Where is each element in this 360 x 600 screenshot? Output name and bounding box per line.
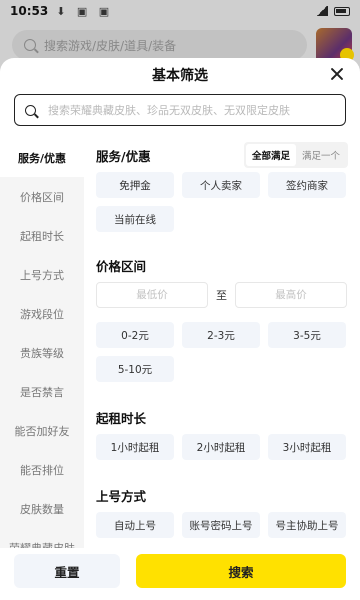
- search-icon: [25, 104, 36, 116]
- sheet-header: 基本筛选: [0, 58, 360, 92]
- status-time: 10:53: [10, 4, 49, 18]
- section-title: 价格区间: [96, 258, 147, 274]
- signal-icon: [316, 6, 328, 16]
- sidebar-item-login-method[interactable]: 上号方式: [0, 255, 84, 294]
- notification-icons: ⬇ ▣ ▣: [56, 4, 114, 18]
- background-search-placeholder: 搜索游戏/皮肤/道具/装备: [44, 38, 177, 53]
- chip-duration-2h[interactable]: 2小时起租: [182, 434, 260, 460]
- chip-price-2-3[interactable]: 2-3元: [182, 322, 260, 348]
- chip-price-5-10[interactable]: 5-10元: [96, 356, 174, 382]
- sidebar-item-price[interactable]: 价格区间: [0, 177, 84, 216]
- bottom-action-bar: 重置 搜索: [0, 548, 360, 600]
- sheet-title: 基本筛选: [152, 68, 208, 84]
- section-login: 上号方式 自动上号 账号密码上号 号主协助上号: [96, 482, 360, 538]
- sidebar-item-collection-skin[interactable]: 荣耀典藏皮肤: [0, 528, 84, 549]
- search-icon: [24, 39, 36, 51]
- min-price-input[interactable]: [96, 282, 208, 308]
- sidebar-item-noble-level[interactable]: 贵族等级: [0, 333, 84, 372]
- max-price-input[interactable]: [235, 282, 347, 308]
- status-bar: 10:53 ⬇ ▣ ▣: [0, 0, 360, 22]
- section-title: 服务/优惠: [96, 148, 151, 164]
- section-duration: 起租时长 1小时起租 2小时起租 3小时起租: [96, 404, 360, 460]
- chip-individual-seller[interactable]: 个人卖家: [182, 172, 260, 198]
- chip-duration-1h[interactable]: 1小时起租: [96, 434, 174, 460]
- sidebar-item-ranked[interactable]: 能否排位: [0, 450, 84, 489]
- section-title: 上号方式: [96, 488, 147, 504]
- section-price: 价格区间 至 0-2元 2-3元 3-5元 5-10元: [96, 252, 360, 382]
- battery-icon: [334, 6, 350, 16]
- chip-owner-assisted-login[interactable]: 号主协助上号: [268, 512, 346, 538]
- sidebar-item-service[interactable]: 服务/优惠: [0, 138, 84, 177]
- sidebar-item-rank[interactable]: 游戏段位: [0, 294, 84, 333]
- chip-price-3-5[interactable]: 3-5元: [268, 322, 346, 348]
- reset-button[interactable]: 重置: [14, 554, 120, 588]
- section-service: 服务/优惠 全部满足 满足一个 免押金 个人卖家 签约商家 当前在线: [96, 140, 360, 232]
- section-title: 起租时长: [96, 410, 147, 426]
- chip-contracted-merchant[interactable]: 签约商家: [268, 172, 346, 198]
- chip-duration-3h[interactable]: 3小时起租: [268, 434, 346, 460]
- match-mode-toggle: 全部满足 满足一个: [243, 142, 348, 168]
- filter-sheet: 基本筛选 服务/优惠 价格区间 起租时长 上号方式 游戏段位 贵族等级 是否禁言…: [0, 58, 360, 600]
- chip-password-login[interactable]: 账号密码上号: [182, 512, 260, 538]
- chip-price-0-2[interactable]: 0-2元: [96, 322, 174, 348]
- sidebar-item-skin-count[interactable]: 皮肤数量: [0, 489, 84, 528]
- sidebar-item-muted[interactable]: 是否禁言: [0, 372, 84, 411]
- chip-no-deposit[interactable]: 免押金: [96, 172, 174, 198]
- background-search-bar: 搜索游戏/皮肤/道具/装备: [12, 30, 307, 60]
- close-icon[interactable]: [330, 67, 344, 81]
- sidebar-item-duration[interactable]: 起租时长: [0, 216, 84, 255]
- filter-search-box[interactable]: [14, 94, 346, 126]
- match-any-option[interactable]: 满足一个: [296, 144, 346, 166]
- price-separator: 至: [216, 289, 227, 302]
- category-sidebar: 服务/优惠 价格区间 起租时长 上号方式 游戏段位 贵族等级 是否禁言 能否加好…: [0, 138, 84, 548]
- chip-online-now[interactable]: 当前在线: [96, 206, 174, 232]
- match-all-option[interactable]: 全部满足: [245, 144, 296, 166]
- chip-auto-login[interactable]: 自动上号: [96, 512, 174, 538]
- sidebar-item-add-friend[interactable]: 能否加好友: [0, 411, 84, 450]
- search-button[interactable]: 搜索: [136, 554, 346, 588]
- filter-content: 服务/优惠 全部满足 满足一个 免押金 个人卖家 签约商家 当前在线 价格区间 …: [84, 138, 360, 548]
- filter-search-input[interactable]: [48, 103, 345, 117]
